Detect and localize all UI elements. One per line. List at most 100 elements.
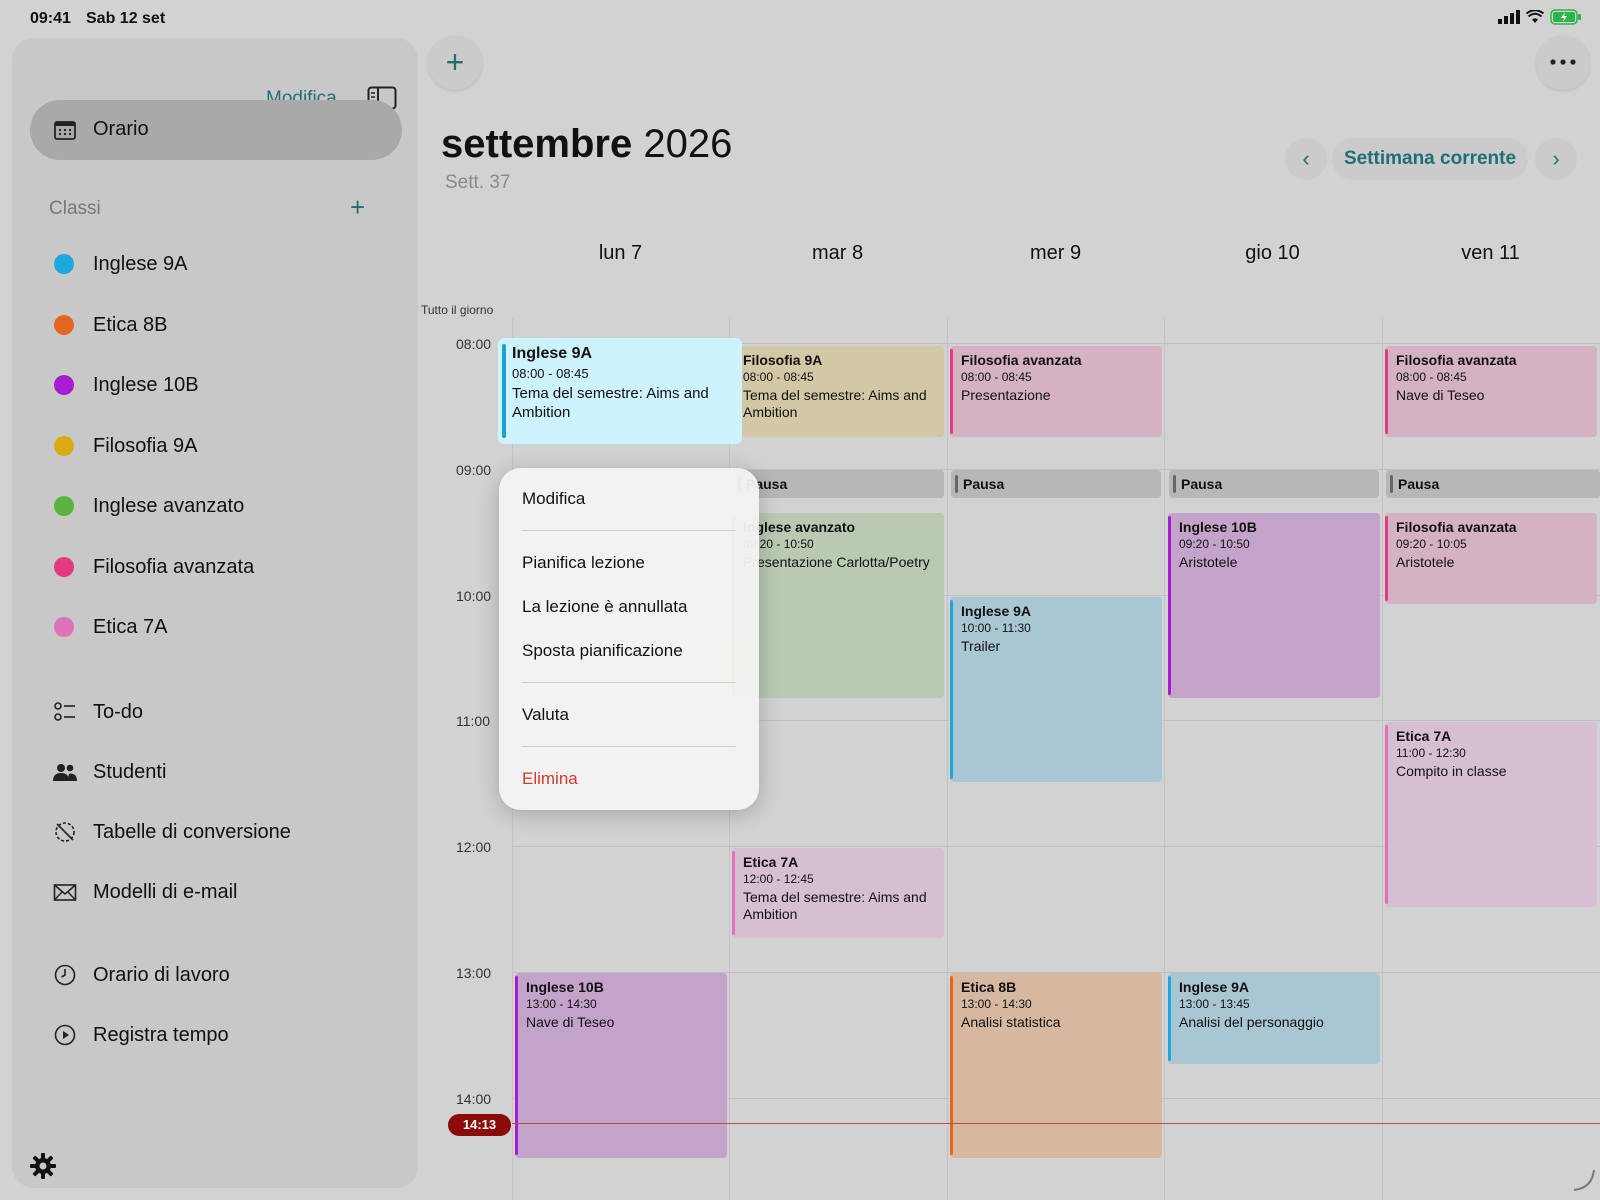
event-accent — [950, 349, 953, 434]
event-block[interactable]: Etica 7A 12:00 - 12:45 Tema del semestre… — [732, 848, 944, 938]
chevron-right-icon: › — [1552, 146, 1560, 171]
event-block[interactable]: Inglese avanzato 09:20 - 10:50 Presentaz… — [732, 513, 944, 698]
event-description: Nave di Teseo — [1396, 387, 1485, 403]
class-color-dot — [54, 254, 74, 274]
event-time: 12:00 - 12:45 — [743, 872, 814, 886]
add-event-button[interactable]: + — [428, 36, 482, 90]
sidebar-item-orario-lavoro[interactable]: Orario di lavoro — [12, 955, 418, 995]
status-date: Sab 12 set — [86, 10, 166, 27]
class-color-dot — [54, 556, 74, 577]
people-icon — [53, 764, 77, 781]
current-time-line — [512, 1123, 1600, 1124]
event-description: Aristotele — [1396, 554, 1455, 570]
previous-week-button[interactable]: ‹ — [1285, 138, 1327, 180]
class-name: Inglese 9A — [93, 253, 188, 275]
sidebar-class-item[interactable]: Filosofia avanzata — [12, 547, 418, 587]
sidebar-item-orario[interactable]: Orario — [30, 100, 402, 160]
event-accent — [950, 600, 953, 779]
event-description: Tema del semestre: Aims and Ambition — [743, 387, 927, 420]
event-title: Etica 7A — [1396, 728, 1452, 744]
event-block[interactable]: Inglese 10B 09:20 - 10:50 Aristotele — [1168, 513, 1380, 698]
event-title: Inglese avanzato — [743, 519, 856, 535]
pause-accent — [1173, 475, 1176, 493]
event-block[interactable]: Filosofia avanzata 08:00 - 08:45 Present… — [950, 346, 1162, 437]
settings-gear-icon[interactable] — [29, 1152, 57, 1180]
event-accent — [502, 344, 506, 438]
menu-item-edit[interactable]: Modifica — [522, 489, 585, 509]
event-accent — [1168, 516, 1171, 695]
event-title: Inglese 9A — [1179, 979, 1250, 995]
menu-item-plan-lesson[interactable]: Pianifica lezione — [522, 553, 645, 573]
day-header: gio 10 — [1245, 242, 1300, 264]
day-header: mer 9 — [1029, 242, 1082, 264]
pause-accent — [955, 475, 958, 493]
event-accent — [1385, 516, 1388, 601]
class-color-dot — [54, 496, 74, 516]
sidebar-item-registra-tempo[interactable]: Registra tempo — [12, 1015, 418, 1055]
current-week-button[interactable]: Settimana corrente — [1332, 138, 1528, 180]
sidebar-class-item[interactable]: Etica 8B — [12, 305, 418, 345]
next-week-button[interactable]: › — [1535, 138, 1577, 180]
sidebar-class-item[interactable]: Inglese 9A — [12, 244, 418, 284]
sidebar-item-label: Studenti — [93, 761, 167, 783]
hour-label: 12:00 — [456, 839, 492, 855]
event-time: 08:00 - 08:45 — [1396, 370, 1467, 384]
envelope-icon — [53, 884, 77, 901]
event-block[interactable]: Filosofia avanzata 09:20 - 10:05 Aristot… — [1385, 513, 1597, 604]
event-title: Filosofia avanzata — [961, 352, 1082, 368]
sidebar-item-label: Orario — [93, 118, 149, 140]
event-block[interactable]: Etica 7A 11:00 - 12:30 Compito in classe — [1385, 722, 1597, 907]
class-color-dot — [54, 375, 74, 395]
event-time: 09:20 - 10:05 — [1396, 537, 1467, 551]
event-block[interactable]: Etica 8B 13:00 - 14:30 Analisi statistic… — [950, 973, 1162, 1158]
event-description: Presentazione — [961, 387, 1051, 403]
event-description: Aristotele — [1179, 554, 1238, 570]
sidebar-item-email[interactable]: Modelli di e-mail — [12, 872, 418, 912]
menu-item-lesson-cancelled[interactable]: La lezione è annullata — [522, 597, 687, 617]
class-name: Filosofia 9A — [93, 434, 198, 457]
sidebar-class-item[interactable]: Inglese avanzato — [12, 486, 418, 526]
add-class-button[interactable]: + — [350, 193, 365, 221]
event-time: 08:00 - 08:45 — [743, 370, 814, 384]
event-description: Nave di Teseo — [526, 1014, 615, 1030]
pause-block[interactable]: Pausa — [1169, 470, 1379, 498]
pause-block[interactable]: Pausa — [734, 470, 944, 498]
event-time: 08:00 - 08:45 — [961, 370, 1032, 384]
day-header: lun 7 — [598, 242, 643, 264]
event-accent — [732, 851, 735, 935]
class-color-dot — [54, 314, 74, 335]
event-block[interactable]: Filosofia 9A 08:00 - 08:45 Tema del seme… — [732, 346, 944, 437]
menu-separator — [522, 746, 736, 747]
event-block[interactable]: Inglese 9A 10:00 - 11:30 Trailer — [950, 597, 1162, 782]
wifi-icon — [1526, 10, 1544, 23]
sidebar-class-item[interactable]: Etica 7A — [12, 607, 418, 647]
event-time: 13:00 - 14:30 — [961, 997, 1032, 1011]
more-options-button[interactable] — [1536, 36, 1590, 90]
sidebar-item-tabelle[interactable]: Tabelle di conversione — [12, 812, 418, 852]
event-accent — [515, 976, 518, 1155]
pause-block[interactable]: Pausa — [951, 470, 1161, 498]
sidebar-item-studenti[interactable]: Studenti — [12, 752, 418, 792]
play-circle-icon — [54, 1024, 76, 1046]
event-block[interactable]: Inglese 9A 13:00 - 13:45 Analisi del per… — [1168, 973, 1380, 1064]
menu-item-grade[interactable]: Valuta — [522, 705, 569, 725]
menu-item-move-schedule[interactable]: Sposta pianificazione — [522, 641, 683, 661]
week-number: Sett. 37 — [445, 172, 511, 193]
menu-item-delete[interactable]: Elimina — [522, 769, 578, 789]
sidebar-item-todo[interactable]: To-do — [12, 692, 418, 732]
resize-grip-icon[interactable] — [1572, 1168, 1596, 1192]
day-divider — [1164, 318, 1165, 1200]
sidebar-class-item[interactable]: Filosofia 9A — [12, 426, 418, 466]
hour-label: 11:00 — [456, 713, 490, 729]
event-block[interactable]: Inglese 10B 13:00 - 14:30 Nave di Teseo — [515, 973, 727, 1158]
status-icons — [1498, 9, 1582, 25]
status-time: 09:41 — [30, 10, 71, 27]
pause-block[interactable]: Pausa — [1386, 470, 1600, 498]
event-time: 13:00 - 13:45 — [1179, 997, 1250, 1011]
event-title: Inglese 10B — [526, 979, 604, 995]
focused-event[interactable]: Inglese 9A 08:00 - 08:45 Tema del semest… — [498, 338, 742, 444]
todo-list-icon — [54, 702, 75, 721]
event-block[interactable]: Filosofia avanzata 08:00 - 08:45 Nave di… — [1385, 346, 1597, 437]
event-time: 11:00 - 12:30 — [1396, 746, 1466, 760]
sidebar-class-item[interactable]: Inglese 10B — [12, 365, 418, 405]
